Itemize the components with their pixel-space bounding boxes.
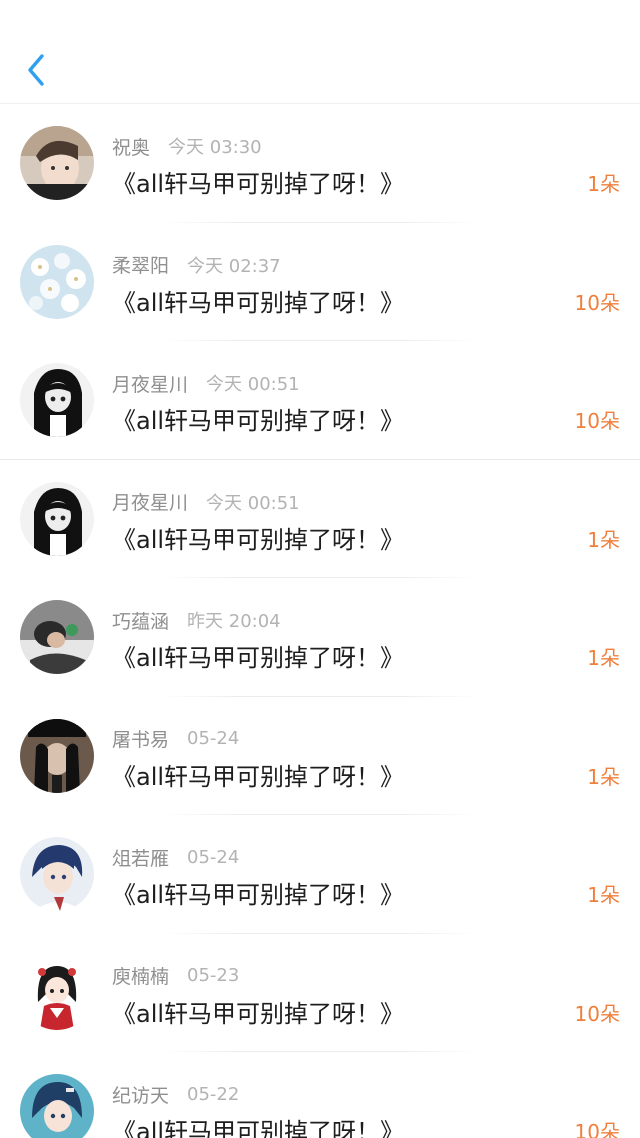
- list-item[interactable]: 月夜星川 今天 00:51 《all轩马甲可别掉了呀！》 10朵: [0, 341, 640, 460]
- work-title[interactable]: 《all轩马甲可别掉了呀！》: [112, 1112, 404, 1138]
- avatar[interactable]: [20, 363, 94, 437]
- gift-count: 1朵: [587, 172, 620, 196]
- work-title[interactable]: 《all轩马甲可别掉了呀！》: [112, 638, 404, 673]
- avatar[interactable]: [20, 837, 94, 911]
- sender-name[interactable]: 屠书易: [112, 725, 169, 752]
- record-meta: 屠书易 05-24: [112, 724, 239, 754]
- list-item[interactable]: 月夜星川 今天 00:51 《all轩马甲可别掉了呀！》 1朵: [0, 460, 640, 578]
- avatar-image: [20, 718, 94, 793]
- timestamp: 05-22: [187, 1083, 240, 1105]
- record-meta: 祝奥 今天 03:30: [112, 131, 262, 161]
- work-title[interactable]: 《all轩马甲可别掉了呀！》: [112, 401, 404, 436]
- timestamp: 昨天 20:04: [187, 611, 281, 632]
- record-meta: 柔翠阳 今天 02:37: [112, 250, 281, 280]
- avatar-image: [20, 955, 94, 1030]
- record-meta: 月夜星川 今天 00:51: [112, 487, 300, 517]
- avatar[interactable]: [20, 481, 94, 556]
- list-item[interactable]: 巧蕴涵 昨天 20:04 《all轩马甲可别掉了呀！》 1朵: [0, 578, 640, 697]
- list-item[interactable]: 祝奥 今天 03:30 《all轩马甲可别掉了呀！》 1朵: [0, 104, 640, 223]
- timestamp: 今天 00:51: [206, 374, 300, 395]
- avatar-image: [20, 837, 94, 911]
- list-item[interactable]: 柔翠阳 今天 02:37 《all轩马甲可别掉了呀！》 10朵: [0, 223, 640, 341]
- sender-name[interactable]: 俎若雁: [112, 844, 169, 871]
- record-meta: 庾楠楠 05-23: [112, 961, 239, 991]
- chevron-left-icon: [28, 54, 44, 86]
- gift-count: 10朵: [574, 1120, 620, 1138]
- work-title[interactable]: 《all轩马甲可别掉了呀！》: [112, 994, 404, 1029]
- work-title[interactable]: 《all轩马甲可别掉了呀！》: [112, 283, 404, 318]
- avatar[interactable]: [20, 718, 94, 793]
- record-meta: 俎若雁 05-24: [112, 842, 239, 872]
- gift-list-page: 祝奥 今天 03:30 《all轩马甲可别掉了呀！》 1朵 柔翠阳 今天 02:…: [0, 0, 640, 1138]
- avatar[interactable]: [20, 1074, 94, 1138]
- avatar-image: [20, 1074, 94, 1138]
- back-button[interactable]: [18, 50, 54, 90]
- avatar-image: [20, 126, 94, 200]
- work-title[interactable]: 《all轩马甲可别掉了呀！》: [112, 875, 404, 910]
- timestamp: 05-24: [187, 728, 240, 749]
- work-title[interactable]: 《all轩马甲可别掉了呀！》: [112, 520, 404, 555]
- avatar[interactable]: [20, 126, 94, 200]
- top-bar: [0, 0, 640, 104]
- sender-name[interactable]: 祝奥: [112, 133, 150, 160]
- gift-count: 1朵: [587, 646, 620, 670]
- avatar[interactable]: [20, 600, 94, 674]
- list-item[interactable]: 屠书易 05-24 《all轩马甲可别掉了呀！》 1朵: [0, 697, 640, 815]
- avatar[interactable]: [20, 244, 94, 319]
- avatar-image: [20, 600, 94, 674]
- sender-name[interactable]: 柔翠阳: [112, 251, 169, 278]
- work-title[interactable]: 《all轩马甲可别掉了呀！》: [112, 757, 404, 792]
- record-meta: 纪访天 05-22: [112, 1079, 239, 1109]
- record-meta: 巧蕴涵 昨天 20:04: [112, 605, 281, 635]
- gift-count: 1朵: [587, 883, 620, 907]
- avatar-image: [20, 363, 94, 437]
- list-item[interactable]: 庾楠楠 05-23 《all轩马甲可别掉了呀！》 10朵: [0, 934, 640, 1052]
- avatar-image: [20, 481, 94, 556]
- gift-count: 10朵: [574, 290, 620, 315]
- timestamp: 今天 00:51: [206, 492, 300, 514]
- avatar-image: [20, 244, 94, 319]
- timestamp: 今天 03:30: [168, 137, 262, 158]
- sender-name[interactable]: 庾楠楠: [112, 962, 169, 989]
- sender-name[interactable]: 月夜星川: [112, 370, 188, 397]
- sender-name[interactable]: 巧蕴涵: [112, 607, 169, 634]
- gift-count: 1朵: [587, 527, 620, 552]
- timestamp: 05-24: [187, 846, 240, 868]
- gift-record-list: 祝奥 今天 03:30 《all轩马甲可别掉了呀！》 1朵 柔翠阳 今天 02:…: [0, 104, 640, 1138]
- sender-name[interactable]: 纪访天: [112, 1081, 169, 1108]
- gift-count: 10朵: [574, 409, 620, 433]
- sender-name[interactable]: 月夜星川: [112, 488, 188, 515]
- timestamp: 05-23: [187, 965, 240, 986]
- list-item[interactable]: 俎若雁 05-24 《all轩马甲可别掉了呀！》 1朵: [0, 815, 640, 934]
- work-title[interactable]: 《all轩马甲可别掉了呀！》: [112, 164, 404, 199]
- gift-count: 10朵: [574, 1001, 620, 1026]
- avatar[interactable]: [20, 955, 94, 1030]
- list-item[interactable]: 纪访天 05-22 《all轩马甲可别掉了呀！》 10朵: [0, 1052, 640, 1138]
- timestamp: 今天 02:37: [187, 255, 281, 277]
- record-meta: 月夜星川 今天 00:51: [112, 368, 300, 398]
- gift-count: 1朵: [587, 764, 620, 789]
